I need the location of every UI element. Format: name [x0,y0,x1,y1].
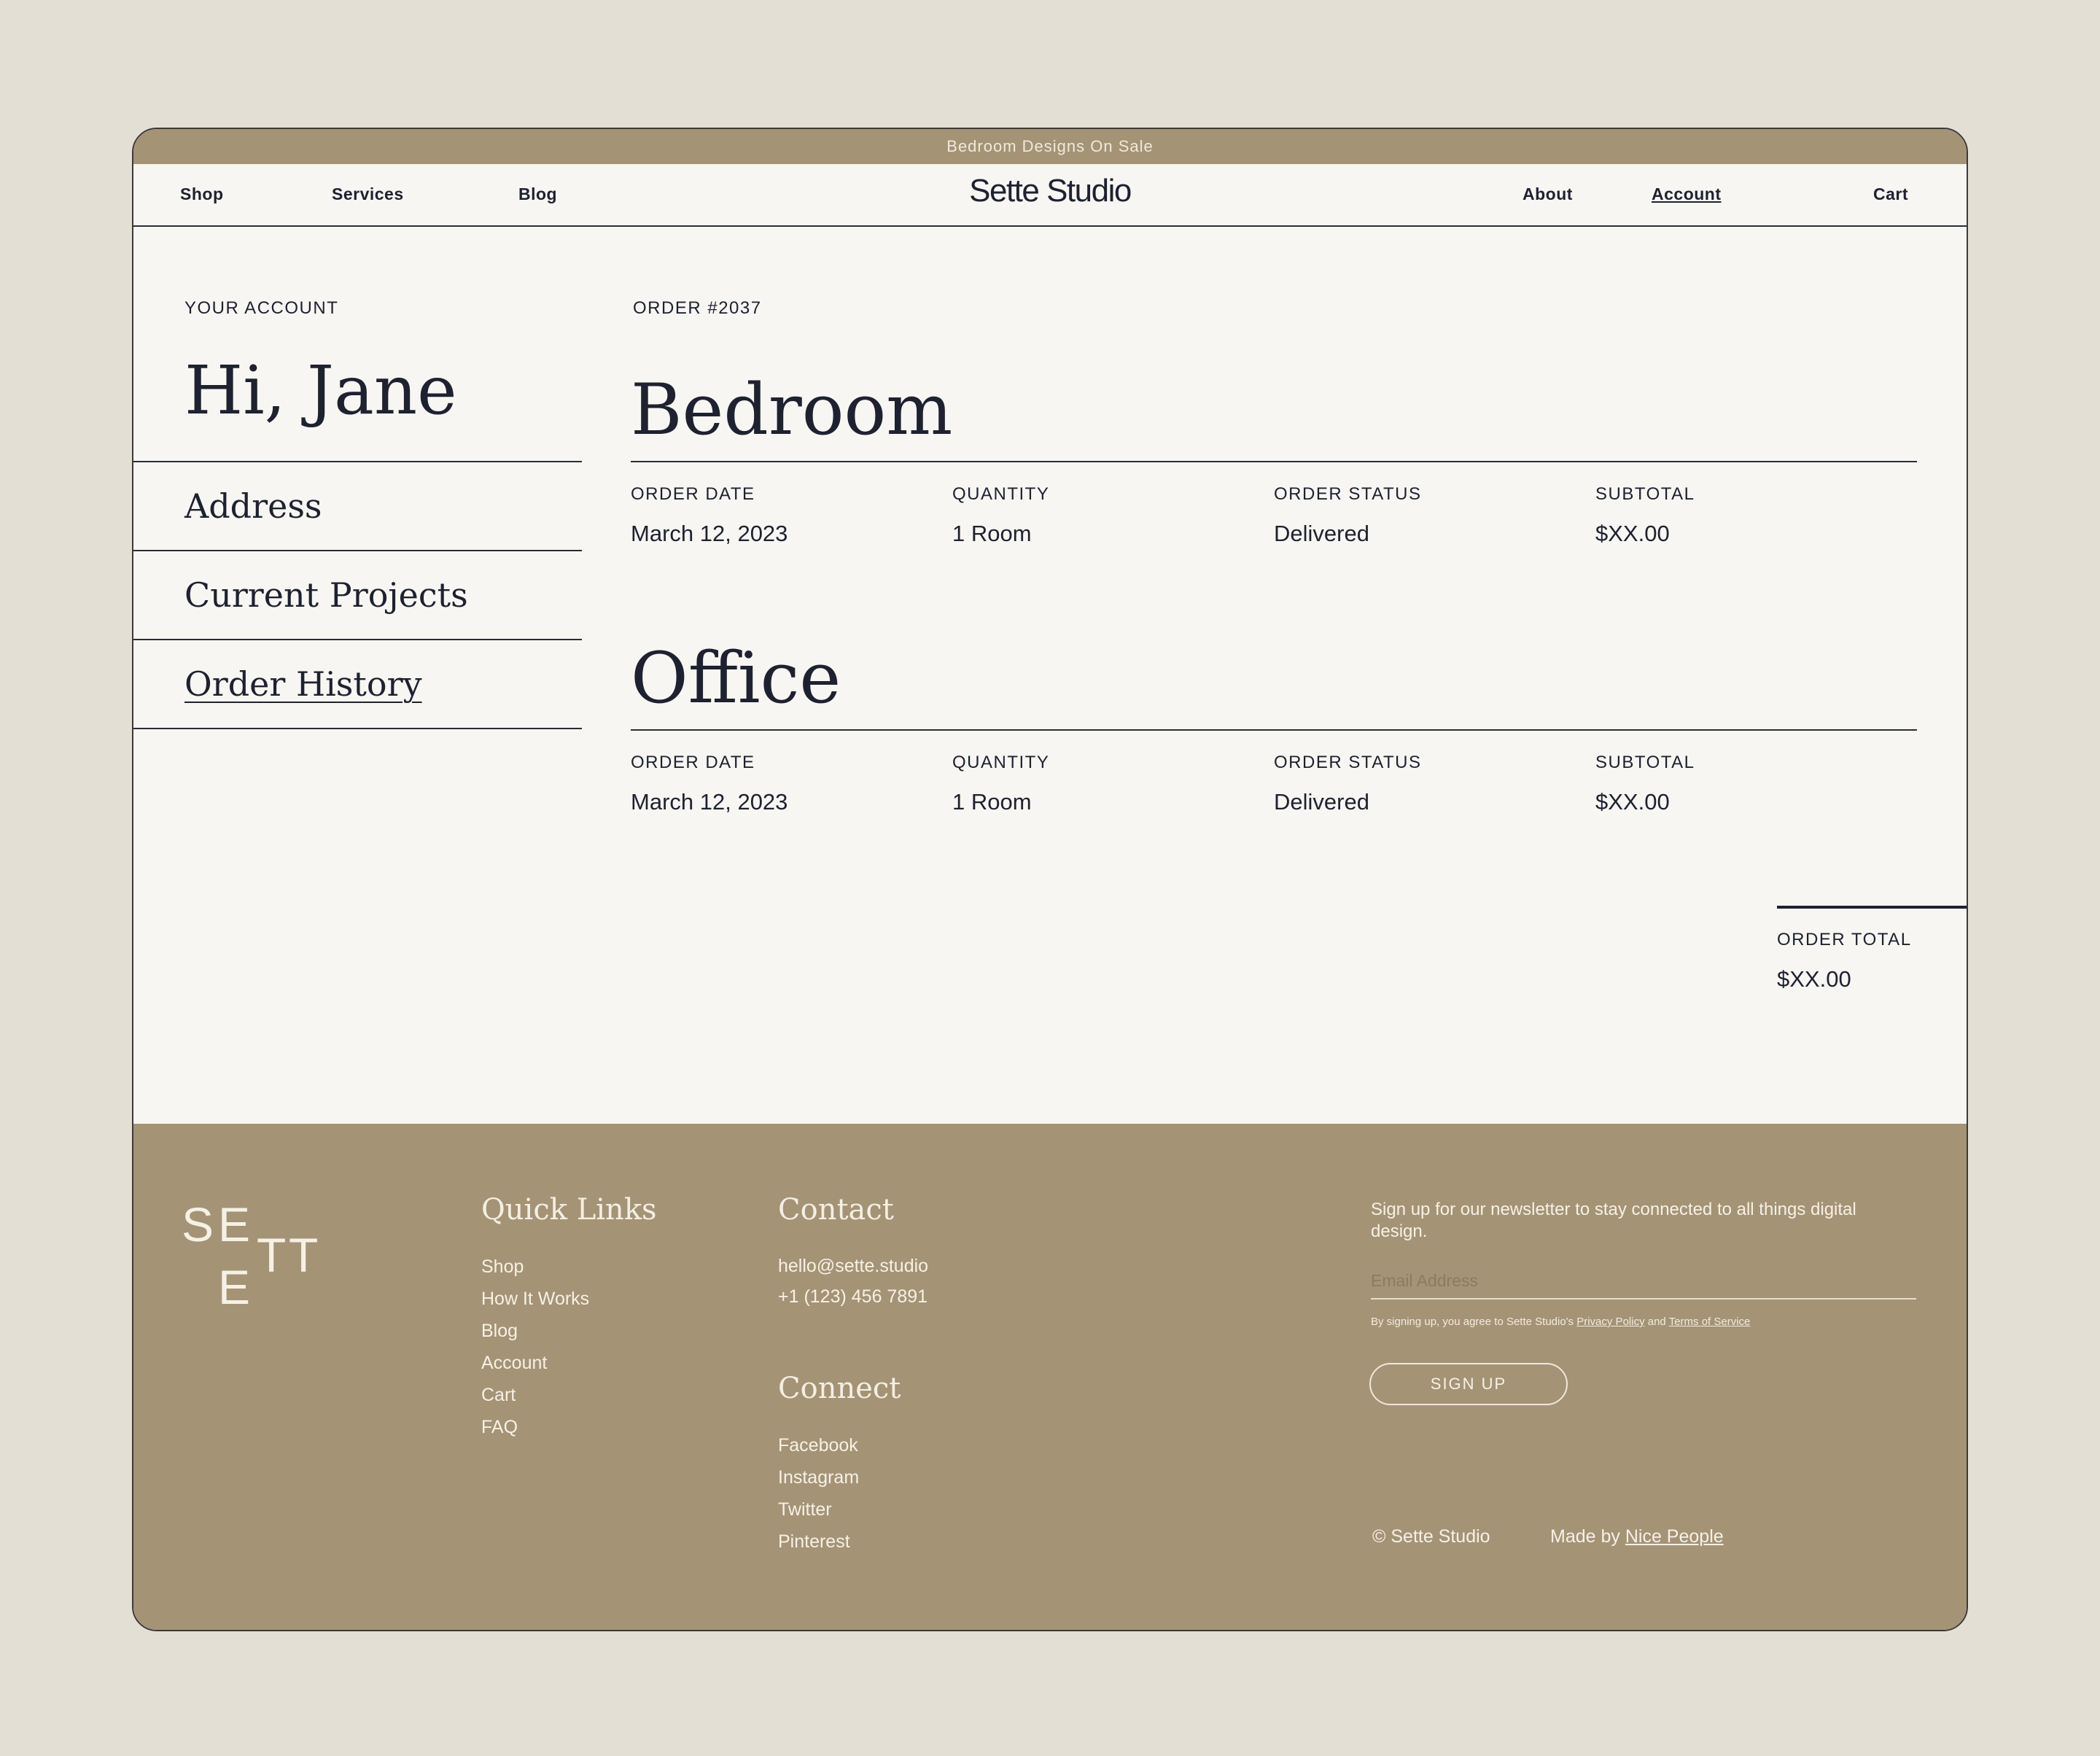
contact-heading: Contact [778,1193,894,1227]
newsletter-email-input[interactable] [1371,1271,1916,1291]
subtotal-value: $XX.00 [1595,789,1670,815]
sidebar-item-order-history[interactable]: Order History [133,639,582,729]
email-field-wrapper [1371,1271,1916,1299]
contact-list: hello@sette.studio +1 (123) 456 7891 [778,1251,928,1312]
contact-phone-link[interactable]: +1 (123) 456 7891 [778,1281,928,1312]
nav-account[interactable]: Account [1652,184,1722,204]
sidebar-item-label: Current Projects [184,575,468,615]
quick-links-list: Shop How It Works Blog Account Cart FAQ [481,1251,589,1443]
footer-link-blog[interactable]: Blog [481,1315,589,1347]
page-frame: Bedroom Designs On Sale Shop Services Bl… [132,128,1968,1631]
monogram-letter: T [289,1228,323,1282]
greeting-heading: Hi, Jane [184,351,457,430]
order-total-value: $XX.00 [1777,966,1851,992]
column-header-order-status: ORDER STATUS [1274,753,1422,772]
footer-link-shop[interactable]: Shop [481,1251,589,1283]
order-item-title: Bedroom [631,369,953,451]
column-header-subtotal: SUBTOTAL [1595,753,1695,772]
sette-monogram-logo[interactable]: S E T T E [182,1197,342,1321]
account-eyebrow: YOUR ACCOUNT [184,298,339,318]
sidebar-item-address[interactable]: Address [133,461,582,550]
promo-banner[interactable]: Bedroom Designs On Sale [133,129,1967,164]
column-header-subtotal: SUBTOTAL [1595,484,1695,504]
monogram-letter: E [218,1260,255,1314]
order-status-value: Delivered [1274,521,1369,546]
terms-of-service-link[interactable]: Terms of Service [1669,1316,1751,1328]
order-date-value: March 12, 2023 [631,789,788,815]
monogram-letter: E [218,1197,255,1251]
order-item-title: Office [631,637,841,719]
column-header-order-status: ORDER STATUS [1274,484,1422,504]
sidebar-item-current-projects[interactable]: Current Projects [133,550,582,639]
order-item-bedroom: Bedroom ORDER DATE March 12, 2023 QUANTI… [631,369,1917,547]
order-total-divider [1777,906,1967,909]
quick-links-heading: Quick Links [481,1193,657,1227]
monogram-letter: S [182,1197,219,1251]
sidebar-item-label: Order History [184,664,422,704]
copyright-text: © Sette Studio [1372,1526,1490,1547]
order-divider [631,461,1917,462]
made-by-link[interactable]: Nice People [1625,1526,1724,1547]
column-header-quantity: QUANTITY [952,753,1050,772]
social-link-facebook[interactable]: Facebook [778,1429,859,1461]
column-header-order-date: ORDER DATE [631,753,755,772]
nav-cart[interactable]: Cart [1873,184,1908,204]
subtotal-value: $XX.00 [1595,521,1670,546]
footer-link-faq[interactable]: FAQ [481,1411,589,1443]
order-divider [631,729,1917,731]
order-date-value: March 12, 2023 [631,521,788,546]
promo-banner-text: Bedroom Designs On Sale [946,137,1154,155]
order-number: ORDER #2037 [633,298,762,318]
footer-link-cart[interactable]: Cart [481,1379,589,1411]
legal-prefix: By signing up, you agree to Sette Studio… [1371,1316,1574,1328]
nav-about[interactable]: About [1522,184,1573,204]
footer-link-how-it-works[interactable]: How It Works [481,1283,589,1315]
order-total: ORDER TOTAL $XX.00 [1777,930,1912,992]
social-link-pinterest[interactable]: Pinterest [778,1526,859,1558]
footer-link-account[interactable]: Account [481,1347,589,1379]
privacy-policy-link[interactable]: Privacy Policy [1576,1316,1644,1328]
order-status-value: Delivered [1274,789,1369,815]
connect-heading: Connect [778,1372,901,1405]
sidebar-item-label: Address [184,486,322,526]
newsletter-legal-text: By signing up, you agree to Sette Studio… [1371,1316,1750,1328]
connect-list: Facebook Instagram Twitter Pinterest [778,1429,859,1558]
contact-email-link[interactable]: hello@sette.studio [778,1251,928,1281]
account-sidebar-menu: Address Current Projects Order History [133,461,582,729]
legal-and: and [1647,1316,1666,1328]
site-footer: S E T T E Quick Links Shop How It Works … [133,1124,1967,1630]
made-by-credit: Made by Nice People [1550,1526,1724,1547]
sign-up-button[interactable]: SIGN UP [1369,1363,1568,1405]
order-total-label: ORDER TOTAL [1777,930,1912,949]
quantity-value: 1 Room [952,789,1032,815]
column-header-order-date: ORDER DATE [631,484,755,504]
made-by-prefix: Made by [1550,1526,1620,1547]
column-header-quantity: QUANTITY [952,484,1050,504]
order-item-office: Office ORDER DATE March 12, 2023 QUANTIT… [631,637,1917,815]
top-nav: Shop Services Blog Sette Studio About Ac… [133,164,1967,227]
quantity-value: 1 Room [952,521,1032,546]
newsletter-description: Sign up for our newsletter to stay conne… [1371,1200,1856,1241]
social-link-instagram[interactable]: Instagram [778,1461,859,1493]
social-link-twitter[interactable]: Twitter [778,1493,859,1526]
monogram-letter: T [257,1228,291,1282]
